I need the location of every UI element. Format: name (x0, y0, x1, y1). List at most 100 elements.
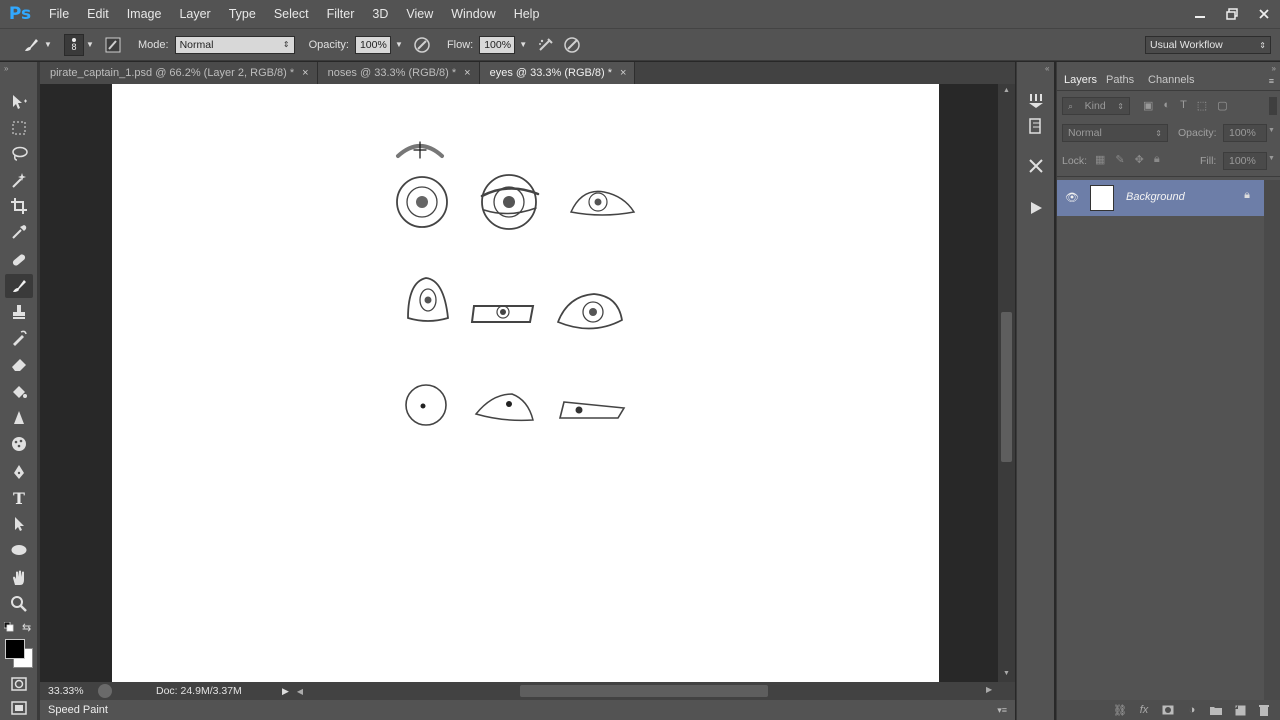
ellipse-tool-icon[interactable] (5, 538, 33, 562)
pen-tool-icon[interactable] (5, 460, 33, 484)
close-tab-icon[interactable]: × (464, 67, 470, 79)
add-mask-icon[interactable] (1159, 703, 1177, 717)
history-brush-icon[interactable] (5, 326, 33, 350)
magic-wand-icon[interactable] (5, 168, 33, 192)
eraser-tool-icon[interactable] (5, 352, 33, 376)
sharpen-tool-icon[interactable] (5, 406, 33, 430)
clone-stamp-icon[interactable] (5, 300, 33, 324)
scroll-down-icon[interactable]: ▼ (1003, 670, 1010, 677)
brush-size-picker[interactable]: 8 (64, 33, 84, 56)
opacity-dropdown-icon[interactable]: ▼ (393, 36, 405, 54)
brush-preset-dropdown-icon[interactable]: ▼ (42, 36, 54, 54)
filter-pixel-icon[interactable]: ▣ (1143, 99, 1153, 112)
layer-opacity-input[interactable]: 100% (1223, 124, 1267, 142)
tab-noses[interactable]: noses @ 33.3% (RGB/8) * × (317, 62, 480, 84)
panel-collapse-icon[interactable]: » (1272, 64, 1276, 73)
delete-layer-icon[interactable] (1255, 703, 1273, 717)
airbrush-icon[interactable] (535, 34, 557, 56)
menu-help[interactable]: Help (505, 0, 549, 28)
hand-tool-icon[interactable] (5, 566, 33, 590)
filter-type-icon[interactable]: T (1180, 99, 1187, 112)
collapse-arrows-icon[interactable]: » (4, 64, 8, 73)
lock-all-icon[interactable]: 🔒︎ (1154, 153, 1160, 166)
swap-colors-icon[interactable]: ⇆ (22, 621, 31, 634)
zoom-tool-icon[interactable] (5, 592, 33, 616)
crop-tool-icon[interactable] (5, 194, 33, 218)
move-tool-icon[interactable] (5, 90, 33, 114)
healing-brush-icon[interactable] (5, 248, 33, 272)
foreground-color-swatch[interactable] (5, 639, 25, 659)
type-tool-icon[interactable]: T (5, 486, 33, 510)
tab-channels[interactable]: Channels (1148, 74, 1194, 86)
close-tab-icon[interactable]: × (620, 67, 626, 79)
tab-layers[interactable]: Layers (1064, 74, 1097, 86)
lock-transparent-icon[interactable]: ▦ (1095, 153, 1105, 166)
quick-mask-icon[interactable] (5, 672, 33, 696)
document-canvas[interactable] (112, 84, 939, 682)
menu-image[interactable]: Image (118, 0, 171, 28)
layer-style-icon[interactable]: fx (1135, 703, 1153, 717)
pressure-opacity-icon[interactable] (411, 34, 433, 56)
close-window-icon[interactable] (1248, 0, 1280, 28)
actions-play-icon[interactable] (1022, 196, 1050, 220)
path-selection-icon[interactable] (5, 512, 33, 536)
layer-row-background[interactable]: 👁︎ Background 🔒︎ (1057, 180, 1264, 216)
history-panel-icon[interactable] (1022, 114, 1050, 138)
status-info-icon[interactable] (98, 684, 112, 698)
blend-mode-select[interactable]: Normal ⇕ (1062, 124, 1168, 142)
lasso-tool-icon[interactable] (5, 142, 33, 166)
visibility-eye-icon[interactable]: 👁︎ (1065, 191, 1079, 204)
adjustment-layer-icon[interactable]: ◑ (1183, 703, 1201, 717)
fill-input[interactable]: 100% (1223, 152, 1267, 170)
screen-mode-icon[interactable] (5, 696, 33, 720)
paint-bucket-icon[interactable] (5, 380, 33, 404)
filter-adjustment-icon[interactable]: ◐ (1163, 99, 1170, 112)
brush-size-dropdown-icon[interactable]: ▼ (84, 36, 96, 54)
restore-icon[interactable] (1216, 0, 1248, 28)
menu-type[interactable]: Type (220, 0, 265, 28)
lock-position-icon[interactable]: ✥ (1135, 153, 1144, 166)
layer-name[interactable]: Background (1126, 191, 1185, 203)
mode-select[interactable]: Normal ⇕ (174, 35, 295, 54)
vertical-scroll-thumb[interactable] (1001, 312, 1012, 462)
menu-edit[interactable]: Edit (78, 0, 118, 28)
minimize-icon[interactable] (1184, 0, 1216, 28)
close-tab-icon[interactable]: × (302, 67, 308, 79)
lock-image-icon[interactable]: ✎ (1115, 153, 1124, 166)
default-colors-icon[interactable] (3, 621, 14, 635)
horizontal-scroll-thumb[interactable] (520, 685, 768, 697)
opacity-dropdown-icon[interactable]: ▼ (1268, 127, 1275, 134)
canvas-area[interactable] (40, 84, 998, 682)
scroll-left-icon[interactable]: ◀ (297, 687, 303, 696)
marquee-tool-icon[interactable] (5, 116, 33, 140)
link-layers-icon[interactable]: ⛓ (1111, 703, 1129, 717)
brush-tool-icon[interactable] (5, 274, 33, 298)
pressure-size-icon[interactable] (561, 34, 583, 56)
opacity-input[interactable]: 100% (354, 35, 391, 54)
brush-panel-toggle-icon[interactable] (102, 34, 124, 56)
fill-dropdown-icon[interactable]: ▼ (1268, 155, 1275, 162)
menu-view[interactable]: View (397, 0, 442, 28)
menu-filter[interactable]: Filter (318, 0, 364, 28)
new-group-icon[interactable] (1207, 703, 1225, 717)
tab-pirate-captain[interactable]: pirate_captain_1.psd @ 66.2% (Layer 2, R… (40, 62, 318, 84)
filter-toggle[interactable] (1269, 97, 1277, 115)
layer-filter-kind[interactable]: ⌕ Kind ⇕ (1062, 97, 1130, 115)
brush-preset-icon[interactable] (20, 34, 42, 56)
scroll-right-icon[interactable]: ▶ (986, 685, 992, 694)
vertical-scrollbar[interactable]: ▲ ▼ (998, 84, 1015, 682)
filter-shape-icon[interactable]: ⬚ (1197, 99, 1207, 112)
sponge-tool-icon[interactable] (5, 432, 33, 456)
new-layer-icon[interactable] (1231, 703, 1249, 717)
brush-presets-panel-icon[interactable] (1022, 88, 1050, 112)
tab-eyes[interactable]: eyes @ 33.3% (RGB/8) * × (479, 62, 636, 84)
zoom-level[interactable]: 33.33% (48, 685, 92, 697)
menu-window[interactable]: Window (442, 0, 504, 28)
menu-select[interactable]: Select (265, 0, 318, 28)
status-menu-arrow-icon[interactable]: ▶ (282, 686, 289, 697)
flow-input[interactable]: 100% (479, 35, 516, 54)
scroll-up-icon[interactable]: ▲ (1003, 87, 1010, 94)
collapse-arrows-icon[interactable]: « (1045, 64, 1049, 73)
bottom-menu-icon[interactable]: ▾≡ (997, 705, 1007, 716)
workspace-select[interactable]: Usual Workflow ⇕ (1145, 36, 1271, 54)
